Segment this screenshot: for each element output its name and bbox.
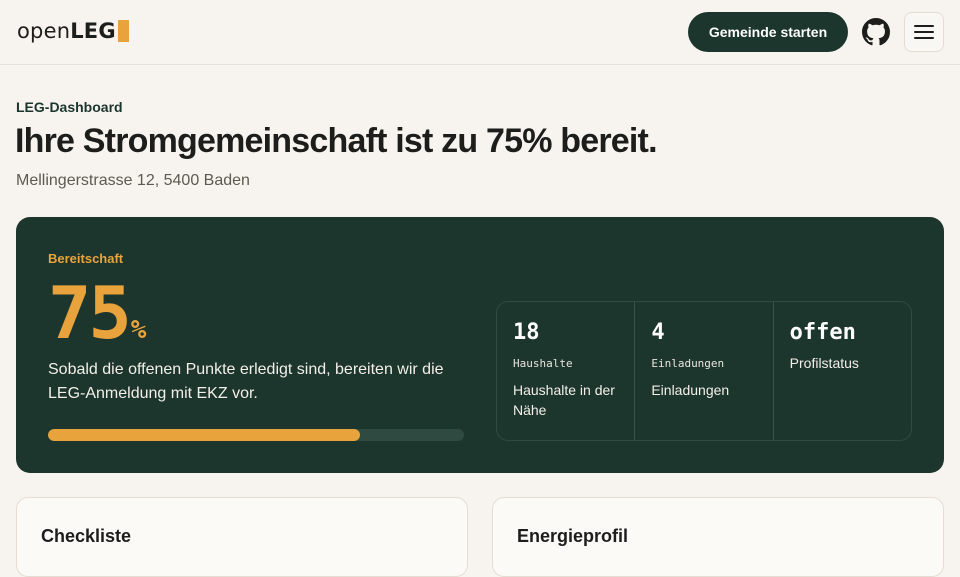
readiness-card: Bereitschaft 75 % Sobald die offenen Pun… [16, 217, 944, 473]
stat-key: Haushalte [513, 357, 573, 370]
stat-key: Einladungen [651, 357, 725, 370]
logo-mark [117, 20, 129, 42]
openleg-logo[interactable]: open LEG [17, 19, 129, 43]
dashboard-eyebrow: LEG-Dashboard [16, 99, 123, 115]
readiness-value: 75 [48, 271, 132, 355]
checklist-title: Checkliste [41, 526, 132, 546]
menu-bar [914, 37, 934, 39]
logo-text-leg: LEG [70, 19, 116, 43]
stat-value: 18 [513, 320, 540, 345]
readiness-unit: % [130, 315, 147, 345]
page-title: Ihre Stromgemeinschaft ist zu 75% bereit… [15, 122, 658, 160]
logo-text-open: open [17, 19, 71, 43]
hamburger-menu-icon[interactable] [904, 12, 944, 52]
stat-value: 4 [651, 320, 665, 345]
stat-value: offen [789, 320, 856, 345]
top-navigation: open LEG Gemeinde starten [0, 0, 960, 65]
checklist-panel: Checkliste [16, 497, 468, 577]
readiness-label: Bereitschaft [48, 251, 124, 266]
stat-caption: Profilstatus [789, 355, 859, 371]
stat-caption: Haushalte in der Nähe [513, 382, 615, 418]
stat-profile-status: offen Profilstatus [772, 302, 911, 440]
energy-profile-title: Energieprofil [517, 526, 629, 546]
progress-fill [48, 429, 360, 441]
stat-households: 18 Haushalte Haushalte in der Nähe [497, 302, 634, 440]
stat-invitations: 4 Einladungen Einladungen [634, 302, 772, 440]
menu-bar [914, 25, 934, 27]
github-icon[interactable] [862, 18, 890, 46]
address-line: Mellingerstrasse 12, 5400 Baden [16, 172, 250, 189]
stat-caption: Einladungen [651, 382, 730, 398]
readiness-percentage: 75 % [48, 273, 146, 353]
start-community-button[interactable]: Gemeinde starten [688, 12, 848, 52]
stats-panel: 18 Haushalte Haushalte in der Nähe 4 Ein… [496, 301, 912, 441]
readiness-progress-bar [48, 429, 464, 441]
readiness-description: Sobald die offenen Punkte erledigt sind,… [48, 361, 444, 402]
menu-bar [914, 31, 934, 33]
energy-profile-panel: Energieprofil [492, 497, 944, 577]
